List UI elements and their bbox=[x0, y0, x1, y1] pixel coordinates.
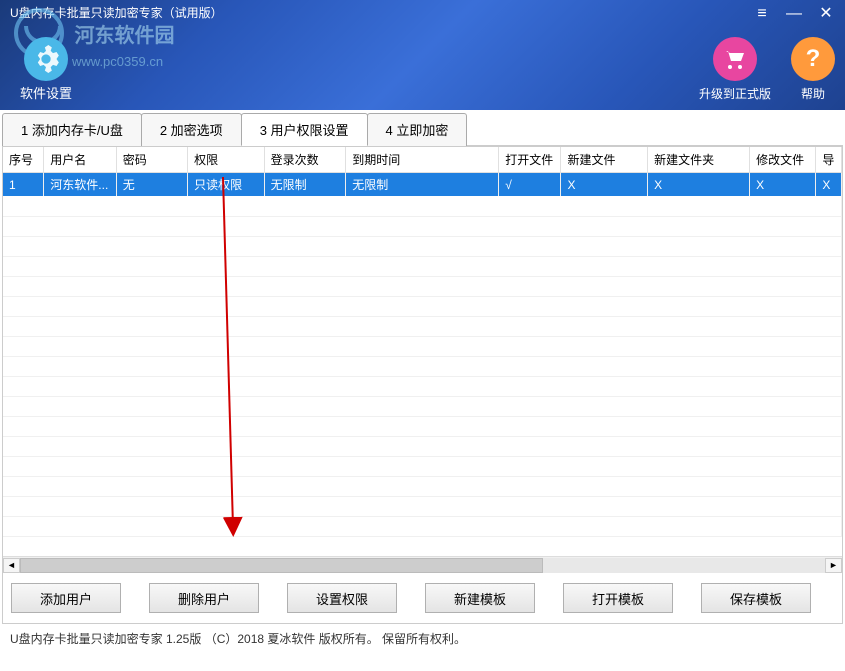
title-bar-area: U盘内存卡批量只读加密专家（试用版） 河东软件园 www.pc0359.cn ≡… bbox=[0, 0, 845, 110]
settings-button[interactable]: 软件设置 bbox=[20, 37, 72, 102]
save-template-button[interactable]: 保存模板 bbox=[701, 583, 811, 613]
new-template-button[interactable]: 新建模板 bbox=[425, 583, 535, 613]
scroll-right-icon[interactable]: ► bbox=[825, 558, 842, 573]
table-row[interactable] bbox=[3, 216, 842, 236]
minimize-icon[interactable]: — bbox=[785, 6, 803, 24]
table-row[interactable] bbox=[3, 396, 842, 416]
tab-bar: 1 添加内存卡/U盘 2 加密选项 3 用户权限设置 4 立即加密 bbox=[2, 112, 843, 146]
copyright-text: U盘内存卡批量只读加密专家 1.25版 （C）2018 夏冰软件 版权所有。 保… bbox=[10, 632, 466, 646]
table-row[interactable] bbox=[3, 236, 842, 256]
col-expiry[interactable]: 到期时间 bbox=[346, 147, 499, 173]
help-label: 帮助 bbox=[801, 87, 825, 101]
tab-encrypt-options[interactable]: 2 加密选项 bbox=[141, 113, 242, 146]
watermark-url: www.pc0359.cn bbox=[72, 54, 174, 69]
action-button-row: 添加用户 删除用户 设置权限 新建模板 打开模板 保存模板 bbox=[3, 573, 842, 623]
status-bar: U盘内存卡批量只读加密专家 1.25版 （C）2018 夏冰软件 版权所有。 保… bbox=[0, 624, 845, 653]
col-password[interactable]: 密码 bbox=[116, 147, 187, 173]
delete-user-button[interactable]: 删除用户 bbox=[149, 583, 259, 613]
gear-icon bbox=[24, 37, 68, 81]
upgrade-label: 升级到正式版 bbox=[699, 87, 771, 101]
table-row[interactable] bbox=[3, 336, 842, 356]
col-modify-file[interactable]: 修改文件 bbox=[750, 147, 816, 173]
col-open-file[interactable]: 打开文件 bbox=[499, 147, 561, 173]
table-row[interactable] bbox=[3, 436, 842, 456]
watermark-text: 河东软件园 bbox=[74, 25, 174, 47]
tab-encrypt-now[interactable]: 4 立即加密 bbox=[367, 113, 468, 146]
scroll-left-icon[interactable]: ◄ bbox=[3, 558, 20, 573]
col-permission[interactable]: 权限 bbox=[188, 147, 265, 173]
add-user-button[interactable]: 添加用户 bbox=[11, 583, 121, 613]
permissions-table[interactable]: 序号 用户名 密码 权限 登录次数 到期时间 打开文件 新建文件 新建文件夹 修… bbox=[3, 147, 842, 537]
table-row[interactable] bbox=[3, 376, 842, 396]
open-template-button[interactable]: 打开模板 bbox=[563, 583, 673, 613]
col-new-folder[interactable]: 新建文件夹 bbox=[648, 147, 750, 173]
table-row[interactable] bbox=[3, 196, 842, 216]
settings-label: 软件设置 bbox=[20, 86, 72, 101]
cart-icon bbox=[713, 37, 757, 81]
table-row[interactable] bbox=[3, 316, 842, 336]
upgrade-button[interactable]: 升级到正式版 bbox=[699, 37, 771, 102]
col-index[interactable]: 序号 bbox=[3, 147, 44, 173]
table-row[interactable] bbox=[3, 276, 842, 296]
table-row[interactable] bbox=[3, 356, 842, 376]
table-area: 序号 用户名 密码 权限 登录次数 到期时间 打开文件 新建文件 新建文件夹 修… bbox=[3, 147, 842, 556]
table-row[interactable] bbox=[3, 516, 842, 536]
close-icon[interactable]: ✕ bbox=[817, 6, 835, 24]
col-username[interactable]: 用户名 bbox=[44, 147, 116, 173]
table-row[interactable] bbox=[3, 256, 842, 276]
col-export[interactable]: 导 bbox=[816, 147, 842, 173]
table-header-row: 序号 用户名 密码 权限 登录次数 到期时间 打开文件 新建文件 新建文件夹 修… bbox=[3, 147, 842, 173]
help-button[interactable]: ? 帮助 bbox=[791, 37, 835, 102]
tab-user-permissions[interactable]: 3 用户权限设置 bbox=[241, 113, 368, 146]
menu-icon[interactable]: ≡ bbox=[753, 6, 771, 24]
set-permission-button[interactable]: 设置权限 bbox=[287, 583, 397, 613]
table-row[interactable] bbox=[3, 296, 842, 316]
scroll-thumb[interactable] bbox=[20, 558, 543, 573]
table-row[interactable] bbox=[3, 416, 842, 436]
table-row[interactable]: 1 河东软件... 无 只读权限 无限制 无限制 √ X X X X bbox=[3, 173, 842, 197]
table-row[interactable] bbox=[3, 476, 842, 496]
table-row[interactable] bbox=[3, 456, 842, 476]
table-row[interactable] bbox=[3, 496, 842, 516]
tab-add-disk[interactable]: 1 添加内存卡/U盘 bbox=[2, 113, 142, 146]
content-panel: 序号 用户名 密码 权限 登录次数 到期时间 打开文件 新建文件 新建文件夹 修… bbox=[2, 146, 843, 624]
help-icon: ? bbox=[791, 37, 835, 81]
col-new-file[interactable]: 新建文件 bbox=[561, 147, 648, 173]
col-login-count[interactable]: 登录次数 bbox=[264, 147, 346, 173]
scroll-track[interactable] bbox=[20, 558, 825, 573]
horizontal-scrollbar[interactable]: ◄ ► bbox=[3, 556, 842, 573]
